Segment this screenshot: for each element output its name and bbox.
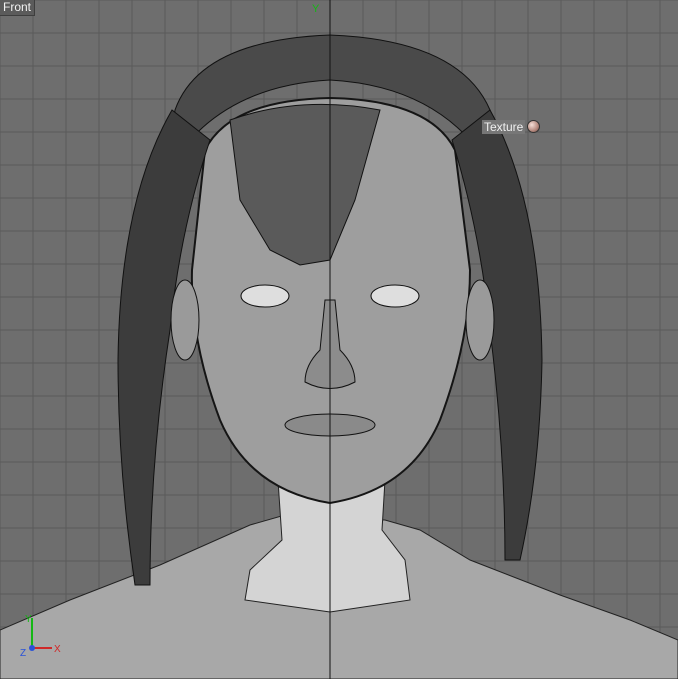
axis-gizmo: Y Z X xyxy=(20,614,61,659)
view-label: Front xyxy=(0,0,36,16)
texture-tag-label: Texture xyxy=(482,119,526,134)
model-wireframe[interactable] xyxy=(0,0,678,679)
material-sphere-icon[interactable] xyxy=(527,120,541,133)
front-viewport[interactable]: Front Texture Y Y Z X xyxy=(0,0,678,679)
gizmo-z-label: Z xyxy=(20,648,26,659)
eye-left[interactable] xyxy=(240,284,290,308)
eye-right[interactable] xyxy=(370,284,420,308)
texture-tag[interactable]: Texture xyxy=(482,119,541,134)
hair-left[interactable] xyxy=(117,109,211,586)
gizmo-x-label: X xyxy=(54,644,61,655)
hair-right[interactable] xyxy=(451,109,543,561)
gizmo-y-label: Y xyxy=(25,614,32,625)
ear-right[interactable] xyxy=(465,279,495,361)
y-axis-label: Y xyxy=(312,3,320,15)
ear-left[interactable] xyxy=(170,279,200,361)
